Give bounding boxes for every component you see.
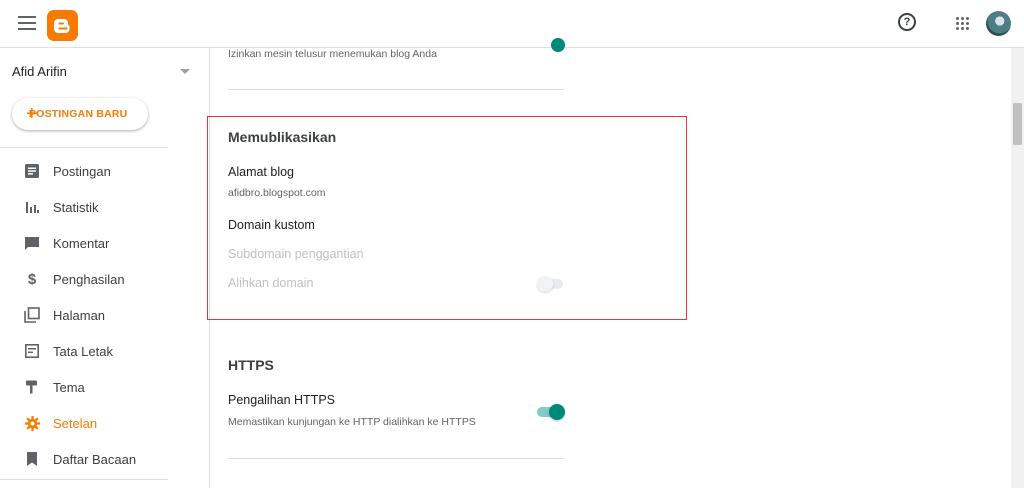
help-icon[interactable]: ? <box>898 13 916 31</box>
sidebar: Afid Arifin + POSTINGAN BARU Postingan S… <box>0 48 210 488</box>
https-redirect-description: Memastikan kunjungan ke HTTP dialihkan k… <box>228 416 476 428</box>
scrollbar[interactable] <box>1011 48 1024 488</box>
replacement-subdomain-label: Subdomain penggantian <box>228 247 364 261</box>
settings-content: Izinkan mesin telusur menemukan blog And… <box>211 38 1011 488</box>
search-engine-description: Izinkan mesin telusur menemukan blog And… <box>228 48 437 60</box>
sidebar-item-label: Komentar <box>53 235 110 251</box>
posts-icon <box>24 163 40 179</box>
divider <box>228 89 564 90</box>
comment-icon <box>24 235 40 251</box>
avatar[interactable] <box>986 11 1011 36</box>
new-post-button[interactable]: + POSTINGAN BARU <box>12 98 148 130</box>
sidebar-item-label: Halaman <box>53 307 106 323</box>
sidebar-item-postingan[interactable]: Postingan <box>0 153 200 189</box>
top-app-bar: ? <box>0 0 1024 48</box>
sidebar-item-tema[interactable]: Tema <box>0 369 200 405</box>
blog-address-label[interactable]: Alamat blog <box>228 165 294 179</box>
pages-icon <box>24 307 40 323</box>
sidebar-item-statistik[interactable]: Statistik <box>0 189 200 225</box>
apps-grid-icon[interactable] <box>956 17 970 31</box>
dollar-icon: $ <box>27 270 37 288</box>
sidebar-item-label: Tema <box>53 379 85 395</box>
https-redirect-label: Pengalihan HTTPS <box>228 393 336 407</box>
sidebar-item-penghasilan[interactable]: $ Penghasilan <box>0 261 200 297</box>
blogger-logo[interactable] <box>47 10 78 41</box>
section-title-https: HTTPS <box>228 357 274 373</box>
new-post-label: POSTINGAN BARU <box>29 108 128 120</box>
gear-icon <box>24 415 40 431</box>
https-redirect-toggle[interactable] <box>537 404 565 420</box>
blog-address-value: afidbro.blogspot.com <box>228 187 326 199</box>
menu-icon[interactable] <box>18 16 36 30</box>
bookmark-icon <box>24 451 40 467</box>
scrollbar-thumb[interactable] <box>1013 103 1022 145</box>
divider <box>0 479 168 480</box>
sidebar-item-label: Postingan <box>53 163 111 179</box>
divider <box>0 147 168 148</box>
section-title-publish: Memublikasikan <box>228 129 337 145</box>
sidebar-item-label: Tata Letak <box>53 343 113 359</box>
sidebar-item-komentar[interactable]: Komentar <box>0 225 200 261</box>
search-engine-toggle[interactable] <box>551 38 565 52</box>
blog-selector[interactable]: Afid Arifin <box>12 64 192 82</box>
sidebar-item-label: Daftar Bacaan <box>53 451 137 467</box>
blog-name: Afid Arifin <box>12 64 67 79</box>
divider <box>228 458 564 459</box>
stats-icon <box>24 199 40 215</box>
redirect-domain-toggle[interactable] <box>537 276 565 292</box>
sidebar-item-tata-letak[interactable]: Tata Letak <box>0 333 200 369</box>
sidebar-item-halaman[interactable]: Halaman <box>0 297 200 333</box>
sidebar-item-setelan[interactable]: Setelan <box>0 405 200 441</box>
redirect-domain-label: Alihkan domain <box>228 276 314 290</box>
theme-icon <box>24 379 40 395</box>
caret-down-icon <box>180 69 190 74</box>
sidebar-item-label: Statistik <box>53 199 99 215</box>
sidebar-item-label: Setelan <box>53 415 98 431</box>
sidebar-item-label: Penghasilan <box>53 271 125 287</box>
layout-icon <box>24 343 40 359</box>
sidebar-nav: Postingan Statistik Komentar $ Penghasil… <box>0 153 200 477</box>
sidebar-item-daftar-bacaan[interactable]: Daftar Bacaan <box>0 441 200 477</box>
custom-domain-label[interactable]: Domain kustom <box>228 218 315 232</box>
